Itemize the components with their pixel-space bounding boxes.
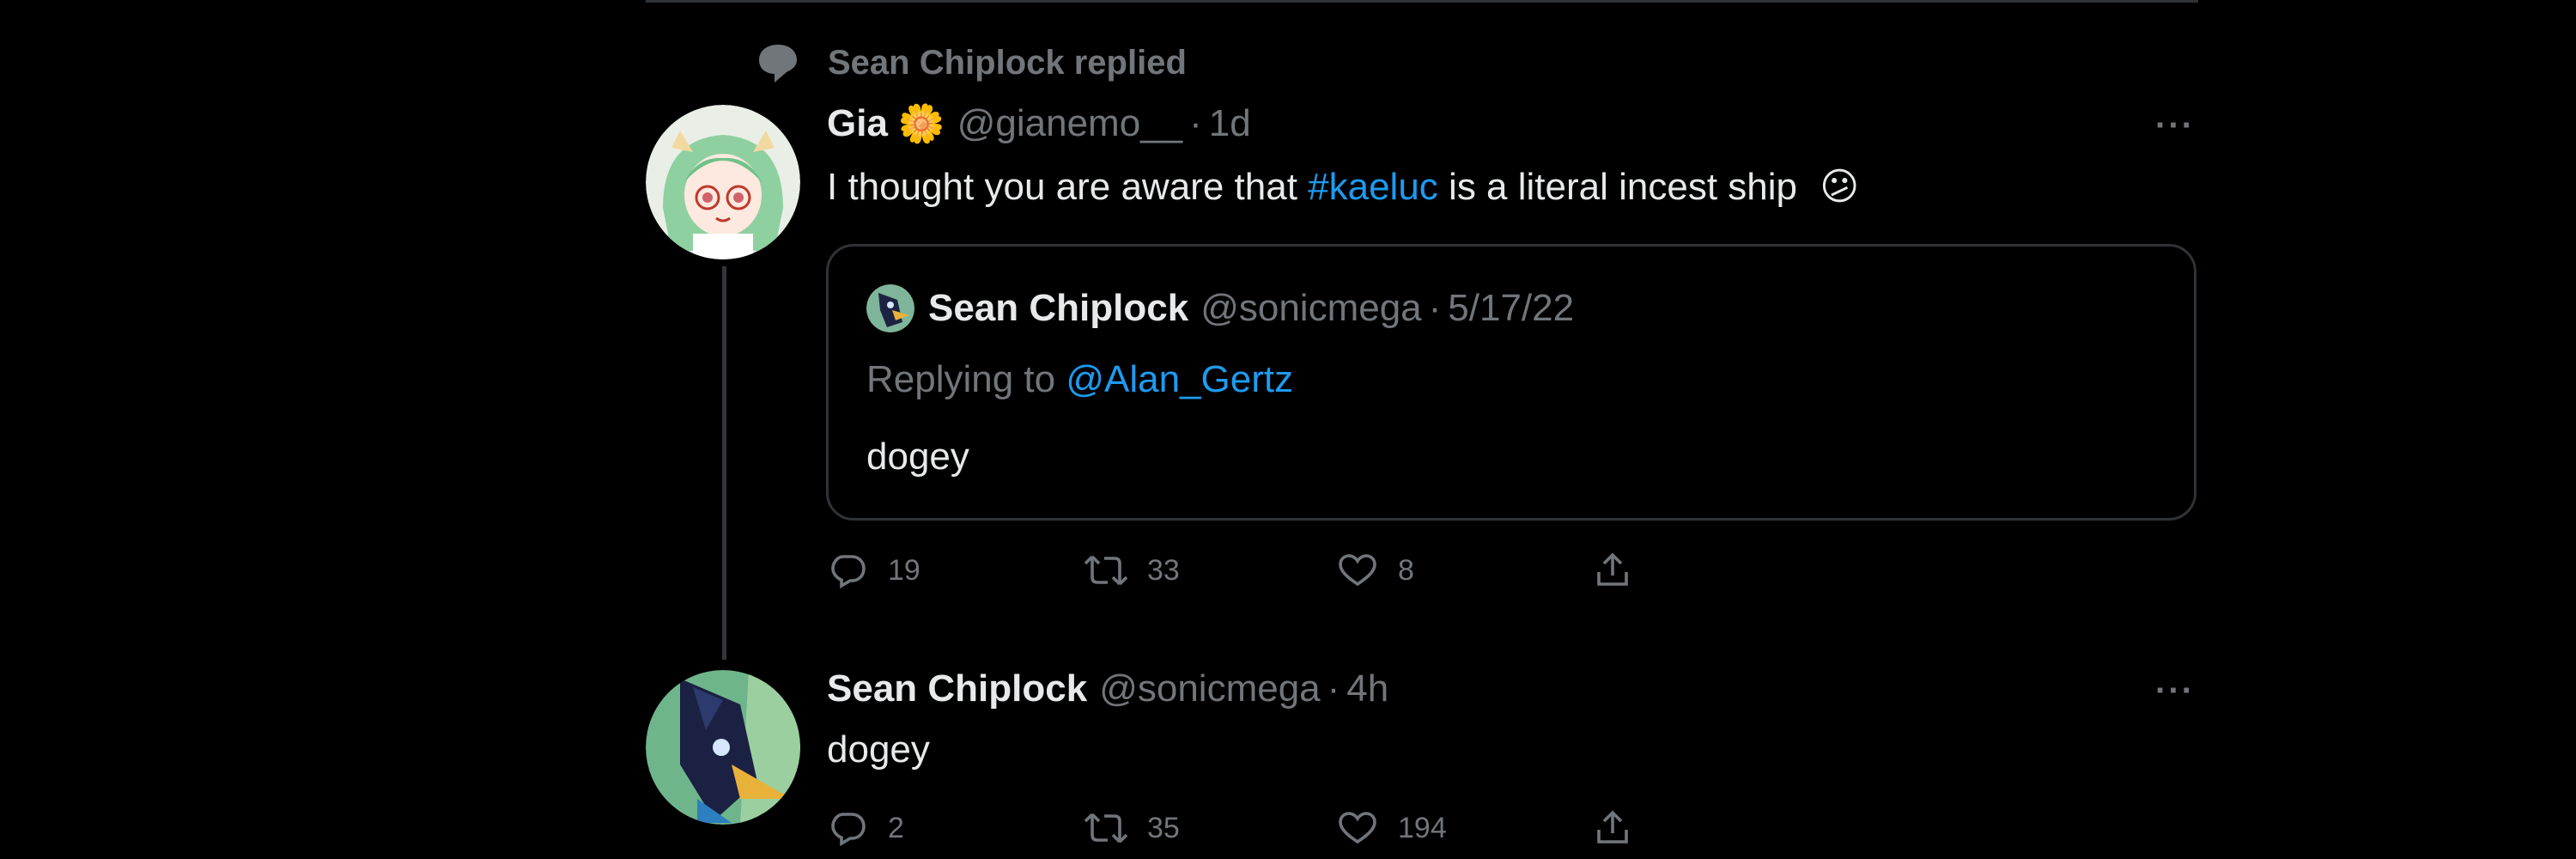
reply-count: 2 <box>888 811 904 844</box>
share-button[interactable] <box>1592 550 1652 591</box>
social-context-text: Sean Chiplock replied <box>828 44 1187 82</box>
reply-timestamp[interactable]: 1d <box>1209 102 1251 145</box>
like-count: 8 <box>1398 553 1414 587</box>
quoted-author-name[interactable]: Sean Chiplock <box>928 287 1188 330</box>
like-count: 194 <box>1398 811 1447 844</box>
quoted-replying-to: Replying to @Alan_Gertz <box>866 358 1293 401</box>
reply-icon <box>831 813 866 847</box>
reply-icon <box>831 555 866 589</box>
main-tweet-header: Sean Chiplock @sonicmega · 4h <box>827 663 1388 715</box>
confused-emoji: 😕 <box>1820 166 1860 208</box>
reply-text-part: I thought you are aware that <box>827 166 1309 208</box>
hashtag-link[interactable]: #kaeluc <box>1308 166 1438 208</box>
reply-button[interactable]: 2 <box>828 807 904 849</box>
reply-author-name[interactable]: Gia <box>827 102 888 145</box>
separator-dot: · <box>1428 287 1442 329</box>
top-divider <box>646 0 2198 3</box>
replying-to-handle[interactable]: @Alan_Gertz <box>1066 358 1293 400</box>
like-button[interactable]: 8 <box>1336 550 1414 591</box>
thread-connector-line <box>722 266 726 660</box>
like-button[interactable]: 194 <box>1336 807 1447 849</box>
retweet-icon <box>1084 813 1128 844</box>
reply-author-handle[interactable]: @gianemo__ <box>957 102 1182 145</box>
quoted-tweet-card[interactable]: Sean Chiplock @sonicmega · 5/17/22 Reply… <box>826 244 2196 521</box>
reply-text-part: is a literal incest ship <box>1437 166 1797 208</box>
main-author-name[interactable]: Sean Chiplock <box>827 667 1087 710</box>
quoted-avatar <box>866 284 914 332</box>
reply-bubble-icon <box>759 45 797 82</box>
quoted-author-handle[interactable]: @sonicmega <box>1200 287 1421 330</box>
share-button[interactable] <box>1592 807 1652 849</box>
quoted-tweet-header: Sean Chiplock @sonicmega · 5/17/22 <box>866 284 1574 332</box>
share-icon <box>1597 810 1628 844</box>
main-tweet-text: dogey <box>827 728 930 771</box>
main-timestamp[interactable]: 4h <box>1346 667 1388 710</box>
retweet-count: 33 <box>1147 553 1180 587</box>
reply-button[interactable]: 19 <box>828 550 920 591</box>
reply-count: 19 <box>888 553 920 587</box>
replying-to-label: Replying to <box>866 358 1066 400</box>
retweet-count: 35 <box>1147 811 1180 844</box>
main-author-handle[interactable]: @sonicmega <box>1099 667 1320 710</box>
heart-icon <box>1339 812 1376 844</box>
reply-tweet-text: I thought you are aware that #kaeluc is … <box>827 165 1859 209</box>
quoted-tweet-text: dogey <box>866 436 969 478</box>
more-options-icon[interactable]: ··· <box>2155 672 2195 710</box>
flower-emoji: 🌼 <box>897 103 945 145</box>
retweet-button[interactable]: 35 <box>1084 807 1180 849</box>
separator-dot: · <box>1189 102 1202 144</box>
retweet-button[interactable]: 33 <box>1084 550 1180 591</box>
heart-icon <box>1339 554 1376 587</box>
share-icon <box>1597 552 1628 586</box>
avatar-gia[interactable] <box>646 105 800 259</box>
more-options-icon[interactable]: ··· <box>2155 107 2195 145</box>
separator-dot: · <box>1327 667 1340 710</box>
quoted-date: 5/17/22 <box>1448 287 1575 329</box>
retweet-icon <box>1084 555 1128 586</box>
avatar-sean-chiplock[interactable] <box>646 670 800 825</box>
reply-tweet-header: Gia 🌼 @gianemo__ · 1d <box>827 98 1251 149</box>
